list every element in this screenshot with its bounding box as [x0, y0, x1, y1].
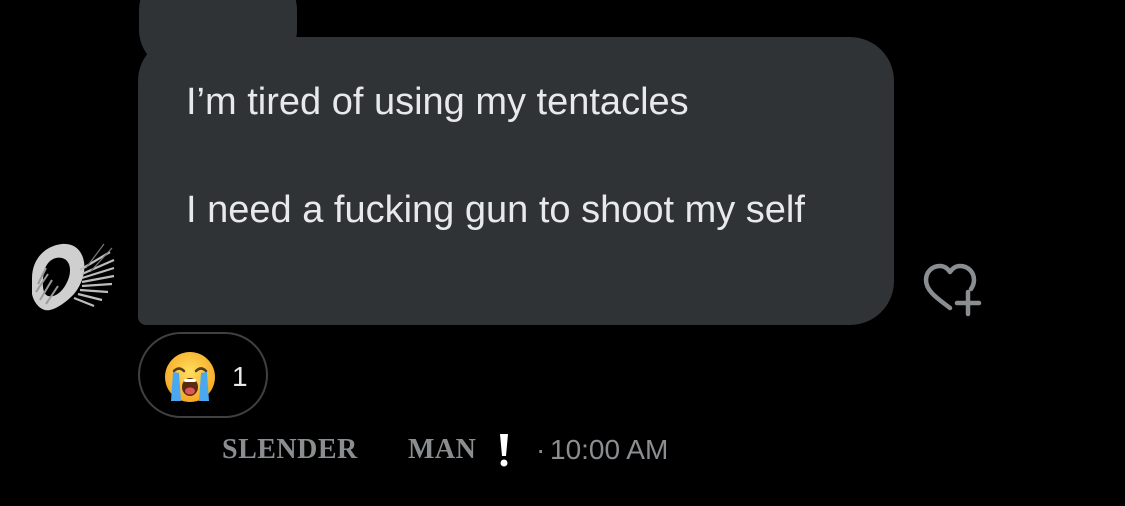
message-bubble[interactable]: I’m tired of using my tentacles I need a… — [138, 37, 894, 325]
message-timestamp: 10:00 AM — [550, 434, 669, 465]
sender-name-part1[interactable]: SLENDER — [222, 434, 358, 466]
loudly-crying-face-icon — [165, 352, 215, 402]
avatar[interactable] — [24, 238, 116, 314]
reaction-count: 1 — [232, 361, 248, 392]
message-text: I’m tired of using my tentacles I need a… — [186, 81, 805, 231]
exclamation-mark-icon — [500, 434, 508, 467]
reaction-pill[interactable]: 1 — [138, 332, 268, 418]
heart-plus-icon — [923, 263, 982, 317]
meta-separator: · — [536, 434, 546, 465]
sender-name-part2[interactable]: MAN — [408, 434, 476, 466]
add-reaction-button[interactable] — [920, 262, 990, 320]
